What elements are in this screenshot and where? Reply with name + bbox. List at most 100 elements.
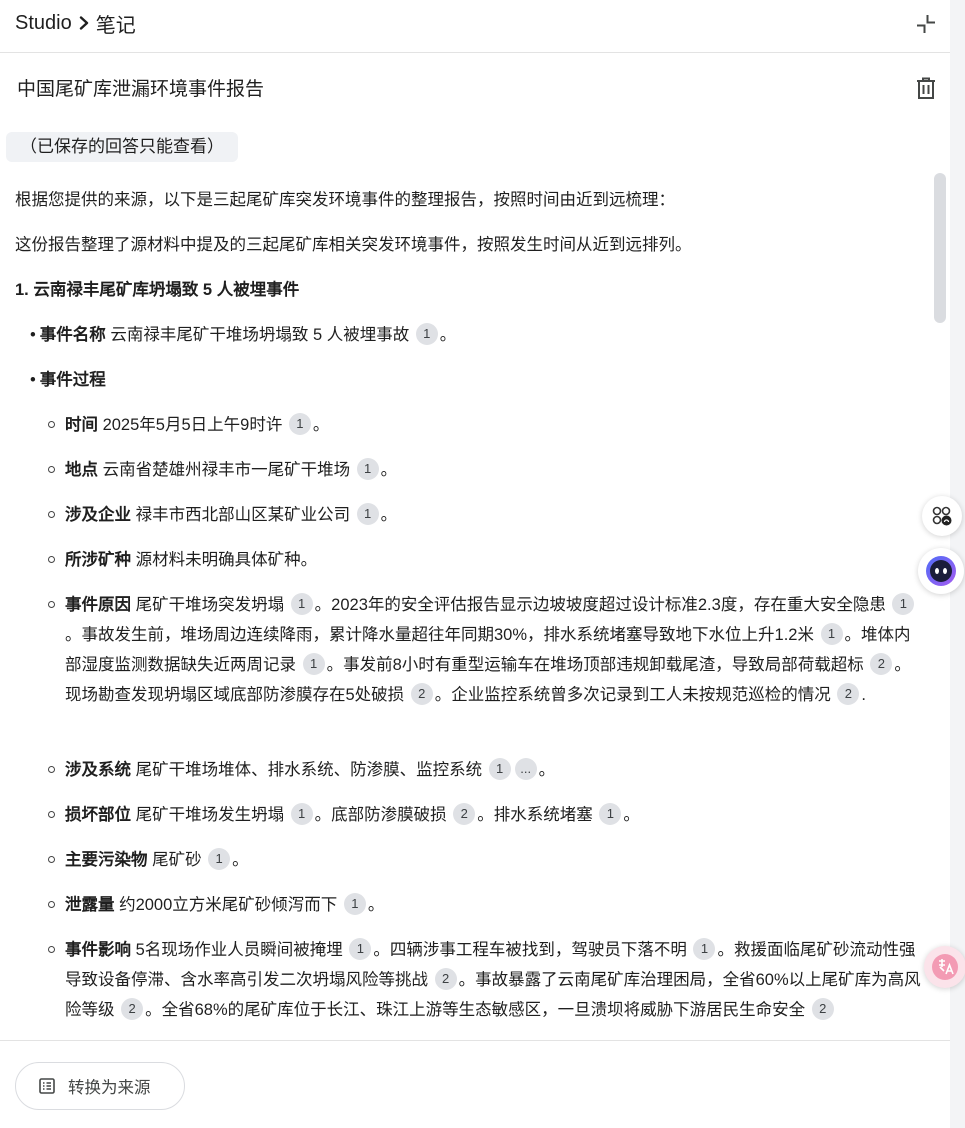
citation-chip[interactable]: 1 xyxy=(356,458,379,480)
bullet-event-process: 事件过程 xyxy=(30,365,106,395)
citation-chip[interactable]: 1 xyxy=(208,848,231,870)
citation-chip[interactable]: 2 xyxy=(811,998,834,1020)
intro-paragraph-2: 这份报告整理了源材料中提及的三起尾矿库相关突发环境事件，按照发生时间从近到远排列… xyxy=(15,236,692,254)
citation-chip[interactable]: 1 xyxy=(892,593,915,615)
citation-chip[interactable]: 1 xyxy=(488,758,511,780)
citation-chip[interactable]: 1 xyxy=(349,938,372,960)
text-time: 2025年5月5日上午9时许 xyxy=(98,416,287,434)
collapse-button[interactable] xyxy=(912,10,940,38)
intro-paragraph-1: 根据您提供的来源，以下是三起尾矿库突发环境事件的整理报告，按照时间由近到远梳理： xyxy=(15,191,675,209)
citation-chip[interactable]: 1 xyxy=(820,623,843,645)
citation-chip[interactable]: 1 xyxy=(693,938,716,960)
text-company: 禄丰市西北部山区某矿业公司 xyxy=(131,506,355,524)
breadcrumb-studio[interactable]: Studio xyxy=(15,12,72,35)
text-cause-1: 尾矿干堆场突发坍塌 xyxy=(131,596,289,614)
text-damage-1: 尾矿干堆场发生坍塌 xyxy=(131,806,289,824)
text-cause-2: 。2023年的安全评估报告显示边坡坡度超过设计标准2.3度，存在重大安全隐患 xyxy=(314,596,891,614)
subitem-mineral: 所涉矿种 源材料未明确具体矿种。 xyxy=(48,545,927,575)
text-cause-5: 。事发前8小时有重型运输车在堆场顶部违规卸载尾渣，导致局部荷载超标 xyxy=(326,656,869,674)
text-impact-1: 5名现场作业人员瞬间被掩埋 xyxy=(131,941,348,959)
translate-button[interactable] xyxy=(924,946,965,988)
text-leak: 约2000立方米尾矿砂倾泻而下 xyxy=(114,896,342,914)
citation-chip[interactable]: 2 xyxy=(837,683,860,705)
citation-chip[interactable]: 1 xyxy=(356,503,379,525)
breadcrumb-notes: 笔记 xyxy=(95,14,136,37)
label-location: 地点 xyxy=(65,461,98,479)
text-cause-3: 。事故发生前，堆场周边连续降雨，累计降水量超往年同期30%，排水系统堵塞导致地下… xyxy=(65,626,819,644)
scrollbar-thumb[interactable] xyxy=(934,173,946,323)
note-convert-icon xyxy=(38,1077,56,1095)
punct: 。 xyxy=(367,896,385,914)
text-location: 云南省楚雄州禄丰市一尾矿干堆场 xyxy=(98,461,355,479)
label-event-name: 事件名称 xyxy=(39,326,106,344)
citation-chip[interactable]: 2 xyxy=(410,683,433,705)
punct: 。 xyxy=(380,506,398,524)
subitem-company: 涉及企业 禄丰市西北部山区某矿业公司 1。 xyxy=(48,500,927,530)
text-systems: 尾矿干堆场堆体、排水系统、防渗膜、监控系统 xyxy=(131,761,487,779)
citation-chip[interactable]: 2 xyxy=(434,968,457,990)
label-company: 涉及企业 xyxy=(65,506,131,524)
panel-header: Studio 笔记 xyxy=(0,0,950,53)
note-content: 根据您提供的来源，以下是三起尾矿库突发环境事件的整理报告，按照时间由近到远梳理：… xyxy=(0,175,930,1040)
subitem-pollutant: 主要污染物 尾矿砂 1。 xyxy=(48,845,927,875)
text-pollutant: 尾矿砂 xyxy=(147,851,207,869)
label-pollutant: 主要污染物 xyxy=(65,851,148,869)
subitem-impact: 事件影响 5名现场作业人员瞬间被掩埋 1 。四辆涉事工程车被找到，驾驶员下落不明 … xyxy=(48,935,927,1025)
citation-chip[interactable]: 1 xyxy=(599,803,622,825)
punct: 。 xyxy=(380,461,398,479)
translate-icon xyxy=(932,954,958,980)
assistant-face-icon xyxy=(926,556,956,586)
label-impact: 事件影响 xyxy=(65,941,131,959)
chevron-right-icon xyxy=(78,16,90,30)
delete-note-button[interactable] xyxy=(912,74,940,102)
label-cause: 事件原因 xyxy=(65,596,131,614)
breadcrumb: Studio 笔记 xyxy=(15,10,136,37)
punct: 。 xyxy=(538,761,556,779)
convert-to-source-label: 转换为来源 xyxy=(68,1079,151,1097)
punct: 。 xyxy=(623,806,640,824)
citation-chip[interactable]: 1 xyxy=(302,653,325,675)
subitem-damage: 损坏部位 尾矿干堆场发生坍塌 1 。底部防渗膜破损 2 。排水系统堵塞 1。 xyxy=(48,800,927,830)
subitem-cause: 事件原因 尾矿干堆场突发坍塌 1 。2023年的安全评估报告显示边坡坡度超过设计标… xyxy=(48,590,927,710)
text-event-name: 云南禄丰尾矿干堆场坍塌致 5 人被埋事故 xyxy=(105,326,414,344)
subitem-systems: 涉及系统 尾矿干堆场堆体、排水系统、防渗膜、监控系统 1...。 xyxy=(48,755,927,785)
citation-chip[interactable]: 1 xyxy=(290,593,313,615)
text-cause-7: 。企业监控系统曾多次记录到工人未按规范巡检的情况 xyxy=(434,686,836,704)
citation-chip[interactable]: 2 xyxy=(453,803,476,825)
text-impact-2: 。四辆涉事工程车被找到，驾驶员下落不明 xyxy=(373,941,692,959)
citation-chip[interactable]: 1 xyxy=(288,413,311,435)
label-event-process: 事件过程 xyxy=(39,371,106,389)
collapse-icon xyxy=(917,15,935,33)
label-time: 时间 xyxy=(65,416,98,434)
note-title: 中国尾矿库泄漏环境事件报告 xyxy=(17,79,265,100)
label-leak: 泄露量 xyxy=(65,896,115,914)
section-heading: 1. 云南禄丰尾矿库坍塌致 5 人被埋事件 xyxy=(15,281,300,299)
label-damage: 损坏部位 xyxy=(65,806,131,824)
apps-icon xyxy=(932,506,952,526)
citation-more-chip[interactable]: ... xyxy=(514,758,537,780)
assistant-avatar-button[interactable] xyxy=(918,548,964,594)
convert-to-source-button[interactable]: 转换为来源 xyxy=(15,1062,185,1110)
trash-icon xyxy=(917,77,935,99)
studio-note-panel: Studio 笔记 中国尾矿库泄漏环境事件报告 （已保存的回答只能查看） 根据您… xyxy=(0,0,951,1128)
text-mineral: 源材料未明确具体矿种。 xyxy=(131,551,318,569)
text-damage-3: 。排水系统堵塞 xyxy=(477,806,598,824)
citation-chip[interactable]: 2 xyxy=(870,653,893,675)
subitem-leak: 泄露量 约2000立方米尾矿砂倾泻而下 1。 xyxy=(48,890,927,920)
citation-chip[interactable]: 2 xyxy=(121,998,144,1020)
punct: 。 xyxy=(232,851,249,869)
bullet-event-name: 事件名称 云南禄丰尾矿干堆场坍塌致 5 人被埋事故 1。 xyxy=(30,320,456,350)
panel-footer: 转换为来源 xyxy=(0,1040,950,1128)
text-damage-2: 。底部防渗膜破损 xyxy=(314,806,452,824)
subitem-time: 时间 2025年5月5日上午9时许 1。 xyxy=(48,410,927,440)
citation-chip[interactable]: 1 xyxy=(290,803,313,825)
text-impact-5: 。全省68%的尾矿库位于长江、珠江上游等生态敏感区，一旦溃坝将威胁下游居民生命安… xyxy=(145,1001,810,1019)
saved-readonly-tag: （已保存的回答只能查看） xyxy=(6,132,238,162)
punct: . xyxy=(861,686,866,704)
assistant-tools-button[interactable] xyxy=(922,496,962,536)
punct: 。 xyxy=(312,416,330,434)
punct: 。 xyxy=(439,326,457,344)
citation-chip[interactable]: 1 xyxy=(415,323,438,345)
label-systems: 涉及系统 xyxy=(65,761,131,779)
citation-chip[interactable]: 1 xyxy=(343,893,366,915)
